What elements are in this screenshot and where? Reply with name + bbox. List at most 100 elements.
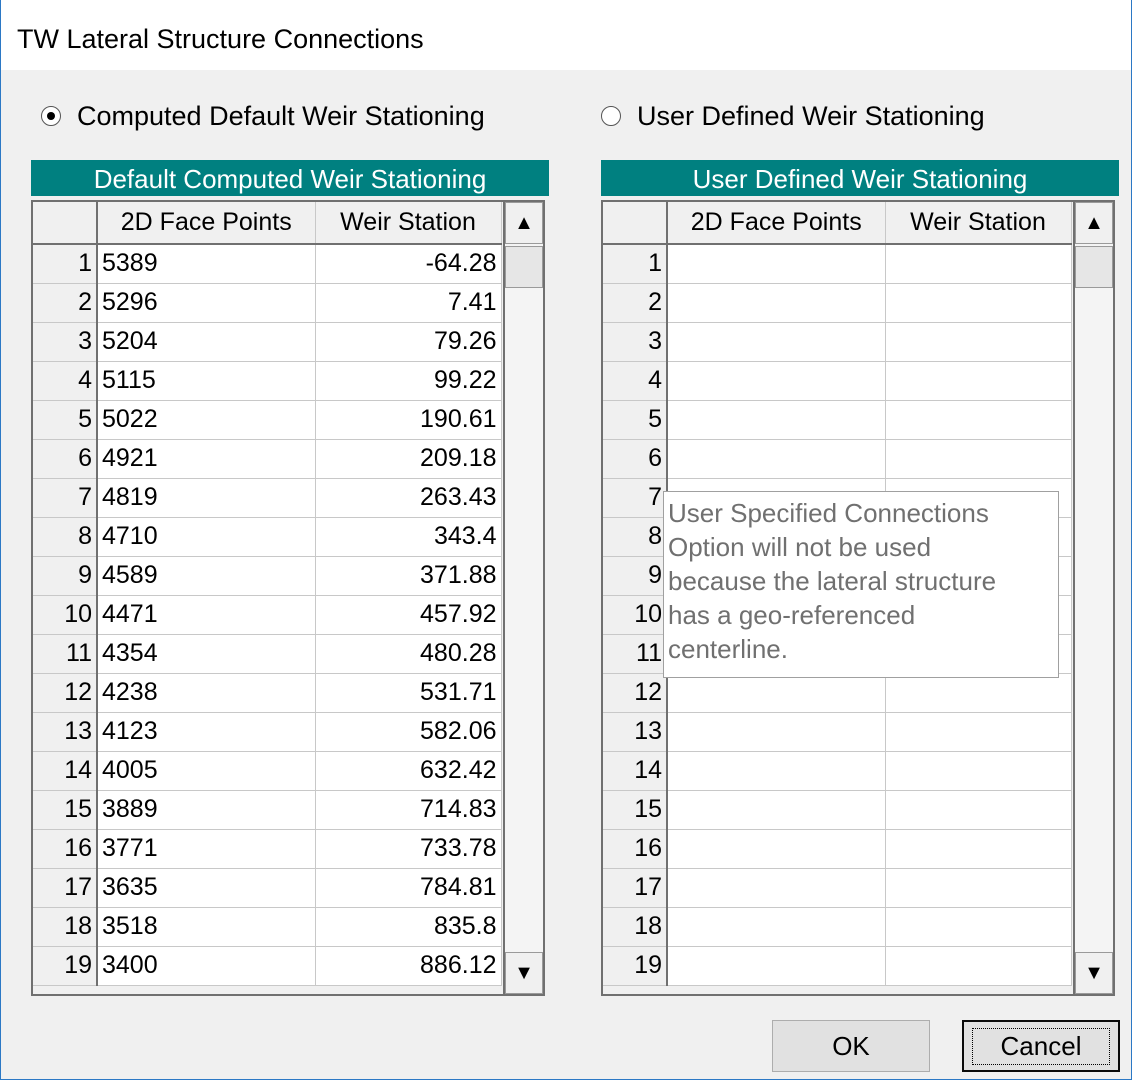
row-number-cell: 13 <box>33 712 98 752</box>
face-point-cell[interactable] <box>667 283 886 323</box>
weir-station-cell[interactable]: 263.43 <box>315 478 502 518</box>
face-point-cell[interactable]: 4354 <box>97 634 316 674</box>
user-defined-radio[interactable] <box>601 106 621 126</box>
weir-station-cell[interactable] <box>885 712 1072 752</box>
weir-station-cell[interactable]: 835.8 <box>315 907 502 947</box>
weir-station-cell[interactable]: 79.26 <box>315 322 502 362</box>
row-number-cell: 16 <box>33 829 98 869</box>
table-row: 14 4005 632.42 <box>33 751 502 791</box>
weir-station-cell[interactable]: 343.4 <box>315 517 502 557</box>
scroll-up-button[interactable]: ▲ <box>505 202 543 244</box>
weir-station-cell[interactable] <box>885 439 1072 479</box>
face-point-cell[interactable] <box>667 673 886 713</box>
left-grid[interactable]: 2D Face Points Weir Station 1 5389 -64.28 2… <box>31 200 503 996</box>
title-bar[interactable]: TW Lateral Structure Connections <box>1 0 1131 70</box>
weir-station-cell[interactable]: 886.12 <box>315 946 502 986</box>
row-number-cell: 5 <box>603 400 668 440</box>
scroll-thumb[interactable] <box>505 246 543 288</box>
column-header-face-points[interactable]: 2D Face Points <box>667 202 886 245</box>
face-point-cell[interactable]: 5389 <box>97 244 316 284</box>
column-header-face-points[interactable]: 2D Face Points <box>97 202 316 245</box>
face-point-cell[interactable] <box>667 361 886 401</box>
face-point-cell[interactable] <box>667 400 886 440</box>
table-row: 5 <box>603 400 1072 440</box>
row-number-cell: 15 <box>603 790 668 830</box>
weir-station-cell[interactable]: 582.06 <box>315 712 502 752</box>
face-point-cell[interactable]: 5296 <box>97 283 316 323</box>
column-header-weir-station[interactable]: Weir Station <box>885 202 1072 245</box>
face-point-cell[interactable]: 3771 <box>97 829 316 869</box>
computed-option[interactable]: Computed Default Weir Stationing <box>41 98 485 134</box>
weir-station-cell[interactable] <box>885 751 1072 791</box>
scroll-down-button[interactable]: ▼ <box>1075 952 1113 994</box>
face-point-cell[interactable]: 5022 <box>97 400 316 440</box>
face-point-cell[interactable]: 4589 <box>97 556 316 596</box>
right-grid-header-row: 2D Face Points Weir Station <box>603 202 1072 245</box>
weir-station-cell[interactable] <box>885 946 1072 986</box>
face-point-cell[interactable]: 5115 <box>97 361 316 401</box>
weir-station-cell[interactable]: 632.42 <box>315 751 502 791</box>
weir-station-cell[interactable]: 784.81 <box>315 868 502 908</box>
left-scrollbar[interactable]: ▲ ▼ <box>503 200 545 996</box>
table-row: 17 3635 784.81 <box>33 868 502 908</box>
face-point-cell[interactable]: 4238 <box>97 673 316 713</box>
weir-station-cell[interactable] <box>885 829 1072 869</box>
scroll-down-button[interactable]: ▼ <box>505 952 543 994</box>
face-point-cell[interactable]: 3400 <box>97 946 316 986</box>
weir-station-cell[interactable]: 480.28 <box>315 634 502 674</box>
weir-station-cell[interactable]: 371.88 <box>315 556 502 596</box>
weir-station-cell[interactable]: 209.18 <box>315 439 502 479</box>
left-panel-header: Default Computed Weir Stationing <box>31 160 549 196</box>
cancel-button[interactable]: Cancel <box>962 1020 1120 1072</box>
face-point-cell[interactable] <box>667 751 886 791</box>
weir-station-cell[interactable]: 733.78 <box>315 829 502 869</box>
scroll-up-button[interactable]: ▲ <box>1075 202 1113 244</box>
computed-radio[interactable] <box>41 106 61 126</box>
face-point-cell[interactable] <box>667 829 886 869</box>
face-point-cell[interactable] <box>667 322 886 362</box>
face-point-cell[interactable]: 4471 <box>97 595 316 635</box>
weir-station-cell[interactable]: 457.92 <box>315 595 502 635</box>
face-point-cell[interactable] <box>667 946 886 986</box>
weir-station-cell[interactable]: 714.83 <box>315 790 502 830</box>
user-defined-option[interactable]: User Defined Weir Stationing <box>601 98 985 134</box>
face-point-cell[interactable]: 3889 <box>97 790 316 830</box>
face-point-cell[interactable] <box>667 712 886 752</box>
right-scrollbar[interactable]: ▲ ▼ <box>1073 200 1115 996</box>
weir-station-cell[interactable]: -64.28 <box>315 244 502 284</box>
cancel-button-label: Cancel <box>971 1027 1111 1065</box>
face-point-cell[interactable]: 5204 <box>97 322 316 362</box>
scroll-thumb[interactable] <box>1075 246 1113 288</box>
face-point-cell[interactable]: 4005 <box>97 751 316 791</box>
weir-station-cell[interactable]: 190.61 <box>315 400 502 440</box>
weir-station-cell[interactable] <box>885 868 1072 908</box>
weir-station-cell[interactable] <box>885 790 1072 830</box>
row-number-cell: 7 <box>33 478 98 518</box>
face-point-cell[interactable] <box>667 907 886 947</box>
face-point-cell[interactable]: 3518 <box>97 907 316 947</box>
face-point-cell[interactable] <box>667 790 886 830</box>
ok-button[interactable]: OK <box>772 1020 930 1072</box>
face-point-cell[interactable] <box>667 868 886 908</box>
window-title: TW Lateral Structure Connections <box>17 24 424 54</box>
weir-station-cell[interactable] <box>885 400 1072 440</box>
face-point-cell[interactable]: 4123 <box>97 712 316 752</box>
weir-station-cell[interactable] <box>885 322 1072 362</box>
weir-station-cell[interactable] <box>885 907 1072 947</box>
face-point-cell[interactable]: 4710 <box>97 517 316 557</box>
weir-station-cell[interactable] <box>885 244 1072 284</box>
weir-station-cell[interactable]: 7.41 <box>315 283 502 323</box>
face-point-cell[interactable]: 4921 <box>97 439 316 479</box>
weir-station-cell[interactable]: 99.22 <box>315 361 502 401</box>
weir-station-cell[interactable] <box>885 361 1072 401</box>
face-point-cell[interactable]: 3635 <box>97 868 316 908</box>
face-point-cell[interactable] <box>667 244 886 284</box>
face-point-cell[interactable]: 4819 <box>97 478 316 518</box>
face-point-cell[interactable] <box>667 439 886 479</box>
column-header-weir-station[interactable]: Weir Station <box>315 202 502 245</box>
weir-station-cell[interactable] <box>885 673 1072 713</box>
weir-station-cell[interactable] <box>885 283 1072 323</box>
weir-station-cell[interactable]: 531.71 <box>315 673 502 713</box>
row-number-cell: 3 <box>603 322 668 362</box>
table-row: 5 5022 190.61 <box>33 400 502 440</box>
